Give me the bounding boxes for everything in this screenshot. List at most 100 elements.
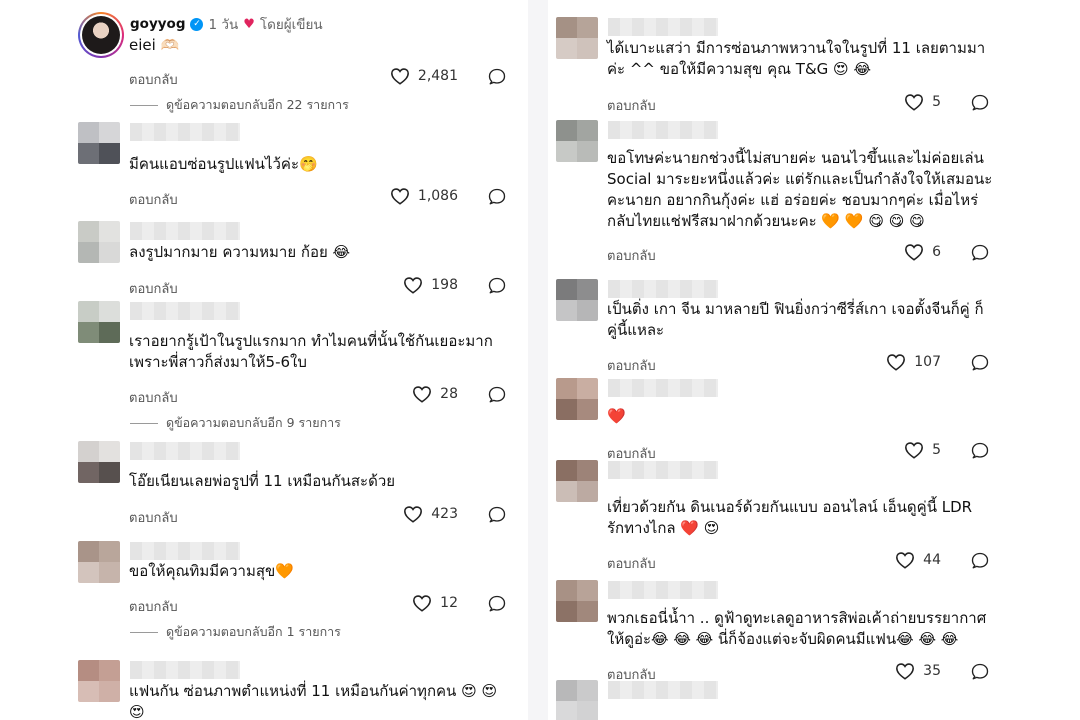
comment-item [548,680,1013,720]
avatar[interactable] [556,378,598,420]
comment-meta: ตอบกลับ 5 [607,93,989,115]
like-count: 12 [440,595,458,611]
avatar[interactable] [78,122,120,164]
share-icon[interactable] [971,442,989,460]
reply-button[interactable]: ตอบกลับ [129,278,178,299]
like-count: 5 [932,94,941,110]
heart-icon[interactable] [403,276,423,294]
comment-meta: ตอบกลับ 12 [129,594,506,616]
comment-username[interactable]: goyyog [130,16,185,32]
comment-meta: ตอบกลับ 6 [607,243,989,265]
blurred-username [608,581,718,599]
heart-icon[interactable] [904,441,924,459]
comment-item: ได้เบาะแสว่า มีการซ่อนภาพหวานใจในรูปที่ … [548,17,1013,123]
blurred-username [130,661,240,679]
comment-text: ได้เบาะแสว่า มีการซ่อนภาพหวานใจในรูปที่ … [607,39,986,78]
share-icon[interactable] [488,188,506,206]
blurred-username [130,542,240,560]
reply-button[interactable]: ตอบกลับ [129,189,178,210]
like-group: 35 [895,662,941,680]
share-icon[interactable] [488,386,506,404]
like-group: 12 [412,594,458,612]
avatar[interactable] [78,660,120,702]
reply-button[interactable]: ตอบกลับ [129,507,178,528]
heart-icon[interactable] [412,594,432,612]
avatar[interactable] [78,221,120,263]
share-icon[interactable] [488,68,506,86]
like-group: 28 [412,385,458,403]
share-icon[interactable] [971,663,989,681]
avatar[interactable] [556,460,598,502]
comment-item: ขอโทษค่ะนายกช่วงนี้ไม่สบายค่ะ นอนไวขึ้นแ… [548,120,1013,266]
reply-button[interactable]: ตอบกลับ [607,245,656,266]
blurred-username [130,222,240,240]
avatar[interactable] [556,120,598,162]
like-group: 6 [904,243,941,261]
like-count: 423 [431,506,458,522]
thread-line [130,104,158,106]
heart-icon[interactable] [390,67,410,85]
avatar[interactable] [556,17,598,59]
verified-badge-icon: ✓ [190,17,204,31]
like-group: 107 [886,353,941,371]
like-group: 423 [403,505,458,523]
reply-button[interactable]: ตอบกลับ [607,553,656,574]
like-group: 44 [895,551,941,569]
reply-button[interactable]: ตอบกลับ [129,596,178,617]
comment-text: เที่ยวด้วยกัน ดินเนอร์ด้วยกันแบบ ออนไลน์… [607,498,973,537]
avatar[interactable] [78,541,120,583]
comment-item: พวกเธอนี่น้ำา .. ดูฟ้าดูทะเลดูอาหารสิพ่อ… [548,580,1013,690]
comment-text: พวกเธอนี่น้ำา .. ดูฟ้าดูทะเลดูอาหารสิพ่อ… [607,609,987,648]
heart-icon[interactable] [904,243,924,261]
blurred-username [608,681,718,699]
share-icon[interactable] [488,595,506,613]
reply-button[interactable]: ตอบกลับ [607,95,656,116]
avatar[interactable] [556,580,598,622]
blurred-username [130,442,240,460]
share-icon[interactable] [971,244,989,262]
owner-comment: goyyog ✓ 1 วัน ♥ โดยผู้เขียน eiei 🫶🏻 ตอบ… [70,0,530,120]
comment-meta: ตอบกลับ 28 [129,385,506,407]
avatar[interactable] [556,279,598,321]
blurred-username [608,379,718,397]
comment-meta: ตอบกลับ 1,086 [129,187,506,209]
like-group: 2,481 [390,67,458,85]
view-replies-link[interactable]: ดูข้อความตอบกลับอีก 9 รายการ [130,413,341,433]
comment-text: ❤️ [607,407,626,425]
avatar[interactable] [78,301,120,343]
comment-text: ขอให้คุณทิมมีความสุข🧡 [129,562,294,580]
avatar[interactable] [78,441,120,483]
like-count: 5 [932,442,941,458]
view-replies-link[interactable]: ดูข้อความตอบกลับอีก 22 รายการ [130,95,349,115]
like-count: 2,481 [417,68,458,84]
reply-button[interactable]: ตอบกลับ [129,69,178,90]
share-icon[interactable] [488,506,506,524]
reply-button[interactable]: ตอบกลับ [607,355,656,376]
heart-icon[interactable] [904,93,924,111]
view-replies-link[interactable]: ดูข้อความตอบกลับอีก 1 รายการ [130,622,341,642]
heart-icon[interactable] [895,551,915,569]
share-icon[interactable] [971,94,989,112]
share-icon[interactable] [488,277,506,295]
comment-item: เป็นติ่ง เกา จีน มาหลายปี ฟินยิ่งกว่าซีร… [548,279,1013,374]
comment-text: มีคนแอบซ่อนรูปแฟนไว้ค่ะ🤭 [129,155,318,173]
heart-icon[interactable] [412,385,432,403]
like-count: 44 [923,552,941,568]
heart-icon[interactable] [403,505,423,523]
like-count: 107 [914,354,941,370]
reply-button[interactable]: ตอบกลับ [129,387,178,408]
blurred-username [608,280,718,298]
comment-meta: ตอบกลับ 44 [607,551,989,573]
heart-icon[interactable] [895,662,915,680]
thread-line [130,631,158,633]
avatar[interactable] [78,12,124,58]
comment-text: ขอโทษค่ะนายกช่วงนี้ไม่สบายค่ะ นอนไวขึ้นแ… [607,149,993,230]
view-replies-label: ดูข้อความตอบกลับอีก 1 รายการ [166,624,341,639]
right-comments-panel: ได้เบาะแสว่า มีการซ่อนภาพหวานใจในรูปที่ … [548,0,1013,720]
heart-icon[interactable] [886,353,906,371]
heart-icon[interactable] [390,187,410,205]
share-icon[interactable] [971,354,989,372]
share-icon[interactable] [971,552,989,570]
avatar[interactable] [556,680,598,720]
left-comments-panel: goyyog ✓ 1 วัน ♥ โดยผู้เขียน eiei 🫶🏻 ตอบ… [70,0,530,720]
